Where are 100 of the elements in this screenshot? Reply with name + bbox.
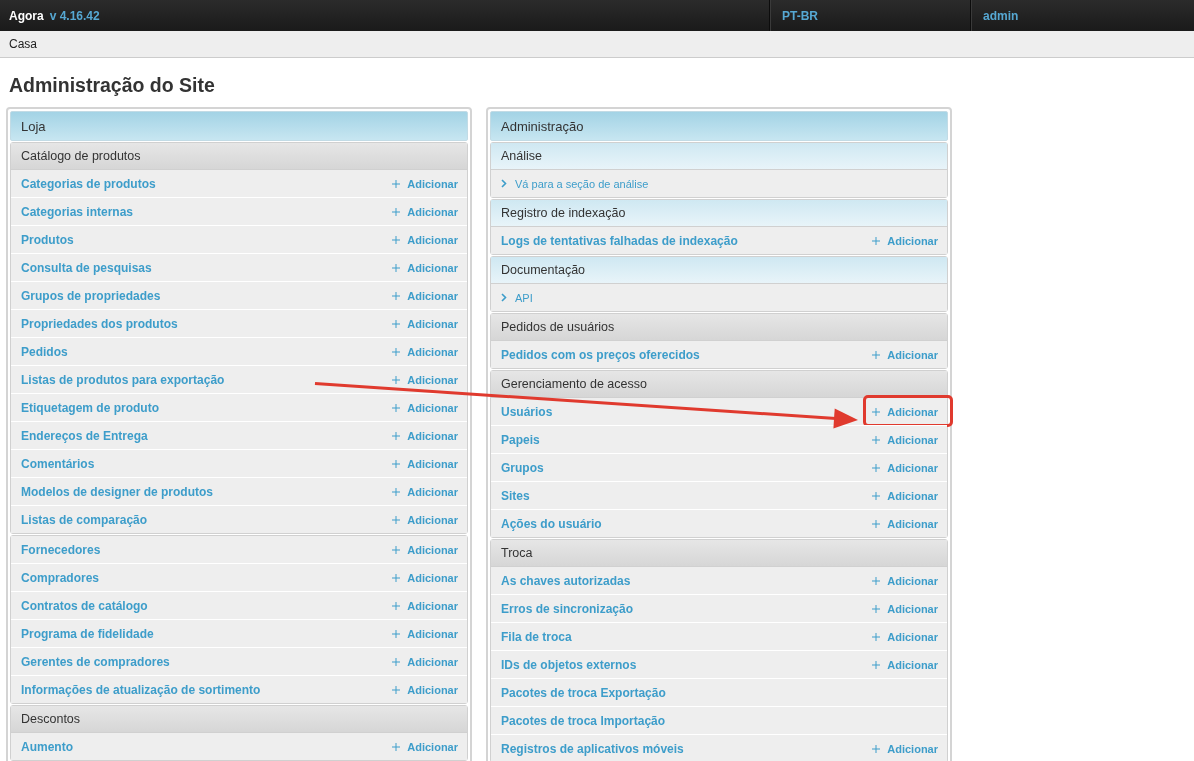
add-link[interactable]: Adicionar bbox=[392, 401, 458, 414]
plus-icon bbox=[392, 685, 401, 694]
model-link[interactable]: Fornecedores bbox=[21, 542, 101, 557]
model-link[interactable]: Etiquetagem de produto bbox=[21, 400, 159, 415]
plus-icon bbox=[872, 660, 881, 669]
plus-icon bbox=[872, 576, 881, 585]
model-link[interactable]: Compradores bbox=[21, 570, 100, 585]
add-link[interactable]: Adicionar bbox=[872, 348, 938, 361]
add-link[interactable]: Adicionar bbox=[392, 740, 458, 753]
plus-icon bbox=[392, 375, 401, 384]
model-link[interactable]: Comentários bbox=[21, 456, 95, 471]
plus-icon bbox=[872, 632, 881, 641]
model-link[interactable]: Contratos de catálogo bbox=[21, 598, 148, 613]
add-link[interactable]: Adicionar bbox=[392, 317, 458, 330]
model-link[interactable]: Grupos bbox=[501, 460, 544, 475]
plus-icon bbox=[872, 350, 881, 359]
group-caption: Gerenciamento de acesso bbox=[491, 371, 947, 398]
model-link[interactable]: Endereços de Entrega bbox=[21, 428, 148, 443]
model-link[interactable]: Listas de comparação bbox=[21, 512, 148, 527]
plus-icon bbox=[392, 235, 401, 244]
add-link[interactable]: Adicionar bbox=[872, 405, 938, 418]
add-link[interactable]: Adicionar bbox=[392, 289, 458, 302]
model-link[interactable]: Listas de produtos para exportação bbox=[21, 372, 225, 387]
add-link[interactable]: Adicionar bbox=[392, 457, 458, 470]
add-link[interactable]: Adicionar bbox=[872, 461, 938, 474]
add-link[interactable]: Adicionar bbox=[872, 602, 938, 615]
add-link[interactable]: Adicionar bbox=[392, 205, 458, 218]
breadcrumb-link[interactable]: Casa bbox=[9, 37, 37, 51]
add-link[interactable]: Adicionar bbox=[392, 655, 458, 668]
plus-icon bbox=[392, 403, 401, 412]
plus-icon bbox=[872, 236, 881, 245]
model-link[interactable]: Fila de troca bbox=[501, 629, 572, 644]
add-link[interactable]: Adicionar bbox=[392, 683, 458, 696]
chevron-right-icon bbox=[501, 179, 507, 188]
plus-icon bbox=[392, 459, 401, 468]
model-link[interactable]: Consulta de pesquisas bbox=[21, 260, 152, 275]
plus-icon bbox=[392, 629, 401, 638]
add-link[interactable]: Adicionar bbox=[392, 261, 458, 274]
plus-icon bbox=[392, 487, 401, 496]
model-link[interactable]: Pedidos com os preços oferecidos bbox=[501, 347, 700, 362]
group-caption: Troca bbox=[491, 540, 947, 567]
model-link[interactable]: Programa de fidelidade bbox=[21, 626, 154, 641]
plus-icon bbox=[392, 179, 401, 188]
plus-icon bbox=[392, 347, 401, 356]
add-link[interactable]: Adicionar bbox=[872, 489, 938, 502]
plus-icon bbox=[872, 491, 881, 500]
model-link[interactable]: Sites bbox=[501, 488, 530, 503]
model-link[interactable]: Categorias internas bbox=[21, 204, 134, 219]
plus-icon bbox=[872, 519, 881, 528]
add-link[interactable]: Adicionar bbox=[392, 543, 458, 556]
section-link[interactable]: API bbox=[501, 291, 533, 304]
model-link[interactable]: As chaves autorizadas bbox=[501, 573, 631, 588]
add-link[interactable]: Adicionar bbox=[392, 429, 458, 442]
add-link[interactable]: Adicionar bbox=[392, 373, 458, 386]
add-link[interactable]: Adicionar bbox=[872, 574, 938, 587]
model-link[interactable]: Pacotes de troca Exportação bbox=[501, 685, 666, 700]
add-link[interactable]: Adicionar bbox=[392, 177, 458, 190]
plus-icon bbox=[392, 291, 401, 300]
page-title: Administração do Site bbox=[9, 74, 216, 97]
add-link[interactable]: Adicionar bbox=[872, 517, 938, 530]
plus-icon bbox=[392, 601, 401, 610]
add-link[interactable]: Adicionar bbox=[392, 627, 458, 640]
model-link[interactable]: Pacotes de troca Importação bbox=[501, 713, 666, 728]
add-link[interactable]: Adicionar bbox=[392, 485, 458, 498]
brand-name: Agora bbox=[9, 8, 44, 23]
add-link[interactable]: Adicionar bbox=[392, 513, 458, 526]
add-link[interactable]: Adicionar bbox=[872, 234, 938, 247]
group-caption: Análise bbox=[491, 143, 947, 170]
model-link[interactable]: Produtos bbox=[21, 232, 74, 247]
group-caption: Catálogo de produtos bbox=[11, 143, 467, 170]
model-link[interactable]: Categorias de produtos bbox=[21, 176, 156, 191]
model-link[interactable]: Propriedades dos produtos bbox=[21, 316, 178, 331]
model-link[interactable]: Erros de sincronização bbox=[501, 601, 634, 616]
plus-icon bbox=[872, 463, 881, 472]
group-caption: Descontos bbox=[11, 706, 467, 733]
model-link[interactable]: Logs de tentativas falhadas de indexação bbox=[501, 233, 738, 248]
plus-icon bbox=[392, 319, 401, 328]
section-link[interactable]: Vá para a seção de análise bbox=[501, 177, 649, 190]
model-link[interactable]: Papeis bbox=[501, 432, 540, 447]
plus-icon bbox=[872, 435, 881, 444]
add-link[interactable]: Adicionar bbox=[392, 233, 458, 246]
model-link[interactable]: Registros de aplicativos móveis bbox=[501, 741, 684, 756]
add-link[interactable]: Adicionar bbox=[872, 658, 938, 671]
model-link[interactable]: Usuários bbox=[501, 404, 553, 419]
model-link[interactable]: Grupos de propriedades bbox=[21, 288, 161, 303]
model-link[interactable]: Aumento bbox=[21, 739, 73, 754]
model-link[interactable]: Modelos de designer de produtos bbox=[21, 484, 214, 499]
model-link[interactable]: IDs de objetos externos bbox=[501, 657, 637, 672]
add-link[interactable]: Adicionar bbox=[392, 345, 458, 358]
plus-icon bbox=[392, 657, 401, 666]
add-link[interactable]: Adicionar bbox=[872, 742, 938, 755]
plus-icon bbox=[392, 573, 401, 582]
add-link[interactable]: Adicionar bbox=[872, 630, 938, 643]
add-link[interactable]: Adicionar bbox=[392, 571, 458, 584]
add-link[interactable]: Adicionar bbox=[392, 599, 458, 612]
add-link[interactable]: Adicionar bbox=[872, 433, 938, 446]
model-link[interactable]: Gerentes de compradores bbox=[21, 654, 170, 669]
model-link[interactable]: Pedidos bbox=[21, 344, 68, 359]
model-link[interactable]: Ações do usuário bbox=[501, 516, 602, 531]
model-link[interactable]: Informações de atualização de sortimento bbox=[21, 682, 261, 697]
